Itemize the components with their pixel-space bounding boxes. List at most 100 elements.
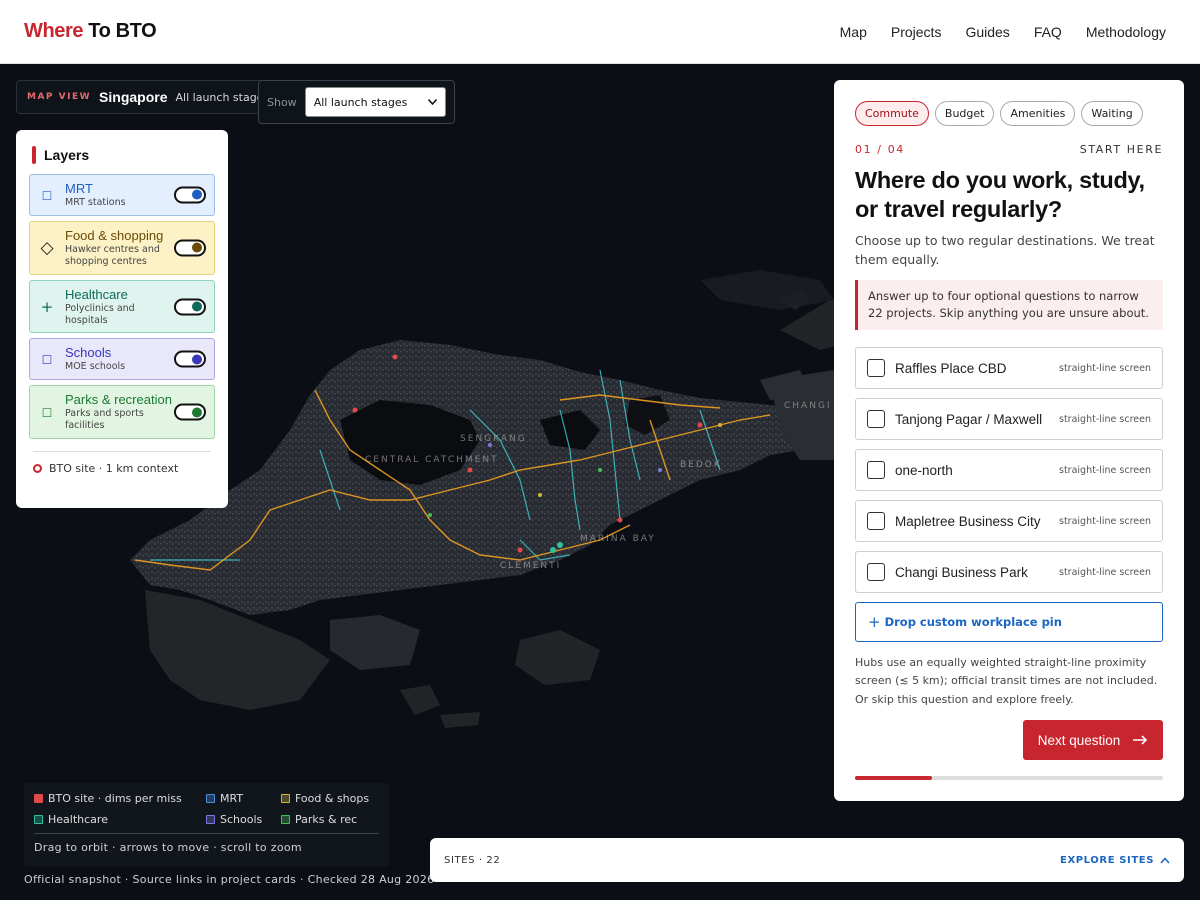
legend-divider	[34, 833, 379, 834]
square-icon: □	[41, 352, 53, 366]
launch-stage-filter: Show All launch stages	[258, 80, 455, 124]
layer-description: MOE schools	[65, 361, 126, 373]
map-view-stage: All launch stages	[175, 90, 270, 104]
layer-toggle[interactable]	[174, 350, 206, 368]
chevron-down-icon	[427, 99, 437, 105]
layer-row[interactable]: □ Parks & recreation Parks and sports fa…	[29, 385, 215, 439]
legend-swatch	[34, 815, 43, 824]
legend-item: MRT	[206, 792, 281, 805]
chip-waiting[interactable]: Waiting	[1081, 101, 1143, 126]
map-label-sengkang: SENGKANG	[460, 434, 527, 444]
nav-faq[interactable]: FAQ	[1034, 24, 1062, 40]
option-tag: straight-line screen	[1059, 362, 1151, 374]
start-here-label: START HERE	[1079, 143, 1163, 156]
layers-title: Layers	[32, 146, 215, 164]
plus-icon: +	[868, 613, 881, 632]
legend-swatch	[281, 815, 290, 824]
layer-row[interactable]: □ MRT MRT stations	[29, 174, 215, 216]
layer-row[interactable]: ◇ Food & shopping Hawker centres and sho…	[29, 220, 215, 275]
layer-toggle[interactable]	[174, 239, 206, 257]
nav-guides[interactable]: Guides	[965, 24, 1009, 40]
map-controls-hint: Drag to orbit · arrows to move · scroll …	[34, 841, 302, 854]
map-label-changi: CHANGI	[784, 401, 832, 411]
logo-to-bto: To BTO	[88, 20, 157, 42]
quiz-progress-fill	[855, 776, 932, 780]
layers-divider	[33, 451, 211, 452]
legend-item: Food & shops	[281, 792, 381, 805]
quiz-info-note: Answer up to four optional questions to …	[855, 279, 1163, 331]
sites-drawer-bar[interactable]: SITES · 22 EXPLORE SITES	[430, 838, 1184, 882]
destination-option[interactable]: one-north straight-line screen	[855, 449, 1163, 492]
legend-grid: BTO site · dims per miss MRT Food & shops H…	[34, 792, 379, 826]
layers-panel: Layers □ MRT MRT stations ◇ Food & shopp…	[16, 130, 228, 508]
option-tag: straight-line screen	[1059, 413, 1151, 425]
chip-budget[interactable]: Budget	[934, 101, 995, 126]
chip-amenities[interactable]: Amenities	[1000, 101, 1076, 126]
toggle-knob	[192, 301, 202, 312]
option-label: one-north	[895, 462, 953, 478]
quiz-progress-bar	[855, 776, 1163, 780]
option-checkbox[interactable]	[867, 359, 885, 378]
layer-row[interactable]: □ Schools MOE schools	[29, 338, 215, 381]
launch-stage-selected: All launch stages	[313, 95, 408, 109]
bto-ring-icon	[33, 464, 42, 473]
option-label: Tanjong Pagar / Maxwell	[895, 411, 1043, 427]
sites-count: SITES · 22	[444, 854, 501, 866]
layer-toggle[interactable]	[174, 186, 206, 204]
nav-methodology[interactable]: Methodology	[1086, 24, 1166, 40]
layer-description: Polyclinics and hospitals	[65, 302, 135, 326]
chip-commute[interactable]: Commute	[855, 101, 929, 126]
chevron-up-icon	[1160, 856, 1170, 863]
legend-swatch	[34, 794, 43, 803]
map-legend: BTO site · dims per miss MRT Food & shops H…	[24, 783, 389, 866]
legend-label: Healthcare	[48, 813, 108, 826]
launch-stage-select[interactable]: All launch stages	[304, 87, 446, 117]
next-question-button[interactable]: Next question	[1023, 720, 1163, 760]
drop-pin-label: Drop custom workplace pin	[884, 615, 1062, 630]
destination-option[interactable]: Tanjong Pagar / Maxwell straight-line sc…	[855, 398, 1163, 441]
destination-option[interactable]: Mapletree Business City straight-line sc…	[855, 500, 1163, 543]
option-tag: straight-line screen	[1059, 464, 1151, 476]
question-title: Where do you work, study, or travel regu…	[855, 167, 1145, 223]
option-label: Raffles Place CBD	[895, 360, 1007, 376]
drop-custom-pin-button[interactable]: + Drop custom workplace pin	[855, 602, 1163, 643]
site-logo[interactable]: Where To BTO	[24, 20, 157, 43]
legend-item: Healthcare	[34, 813, 206, 826]
option-checkbox[interactable]	[867, 563, 885, 582]
layer-description: MRT stations	[65, 197, 126, 208]
layer-description: Hawker centres and shopping centres	[65, 243, 160, 267]
title-accent-bar	[32, 146, 36, 164]
option-checkbox[interactable]	[867, 512, 885, 531]
option-checkbox[interactable]	[867, 461, 885, 480]
map-label-clementi: CLEMENTI	[500, 561, 562, 571]
option-label: Changi Business Park	[895, 564, 1028, 580]
arrow-right-icon	[1133, 735, 1148, 745]
toggle-knob	[192, 407, 202, 418]
next-question-label: Next question	[1037, 732, 1121, 748]
bto-site-legend: BTO site · 1 km context	[33, 462, 215, 475]
legend-item: Parks & rec	[281, 813, 381, 826]
square-icon: □	[41, 405, 53, 419]
legend-label: BTO site · dims per miss	[48, 792, 182, 805]
layer-row[interactable]: + Healthcare Polyclinics and hospitals	[29, 279, 215, 334]
map-label-central-catchment: CENTRAL CATCHMENT	[365, 455, 499, 465]
explore-sites-button[interactable]: EXPLORE SITES	[1060, 855, 1170, 866]
legend-swatch	[206, 815, 215, 824]
nav-map[interactable]: Map	[840, 24, 867, 40]
destination-option[interactable]: Raffles Place CBD straight-line screen	[855, 347, 1163, 390]
nav-projects[interactable]: Projects	[891, 24, 942, 40]
layer-toggle[interactable]	[174, 403, 206, 421]
layer-toggle[interactable]	[174, 298, 206, 315]
question-chips: Commute Budget Amenities Waiting	[855, 101, 1163, 126]
preference-quiz-panel: Commute Budget Amenities Waiting 01 / 04 ST…	[834, 80, 1184, 801]
toggle-knob	[192, 242, 202, 253]
option-checkbox[interactable]	[867, 410, 885, 429]
layer-list: □ MRT MRT stations ◇ Food & shopping Haw…	[29, 174, 215, 439]
map-view-kicker: MAP VIEW	[27, 92, 92, 102]
step-row: 01 / 04 START HERE	[855, 143, 1163, 156]
layers-title-text: Layers	[44, 147, 90, 163]
destination-options: Raffles Place CBD straight-line screen T…	[855, 347, 1163, 594]
destination-option[interactable]: Changi Business Park straight-line scree…	[855, 551, 1163, 594]
main-island	[130, 340, 835, 615]
main-nav: Map Projects Guides FAQ Methodology	[840, 24, 1166, 40]
